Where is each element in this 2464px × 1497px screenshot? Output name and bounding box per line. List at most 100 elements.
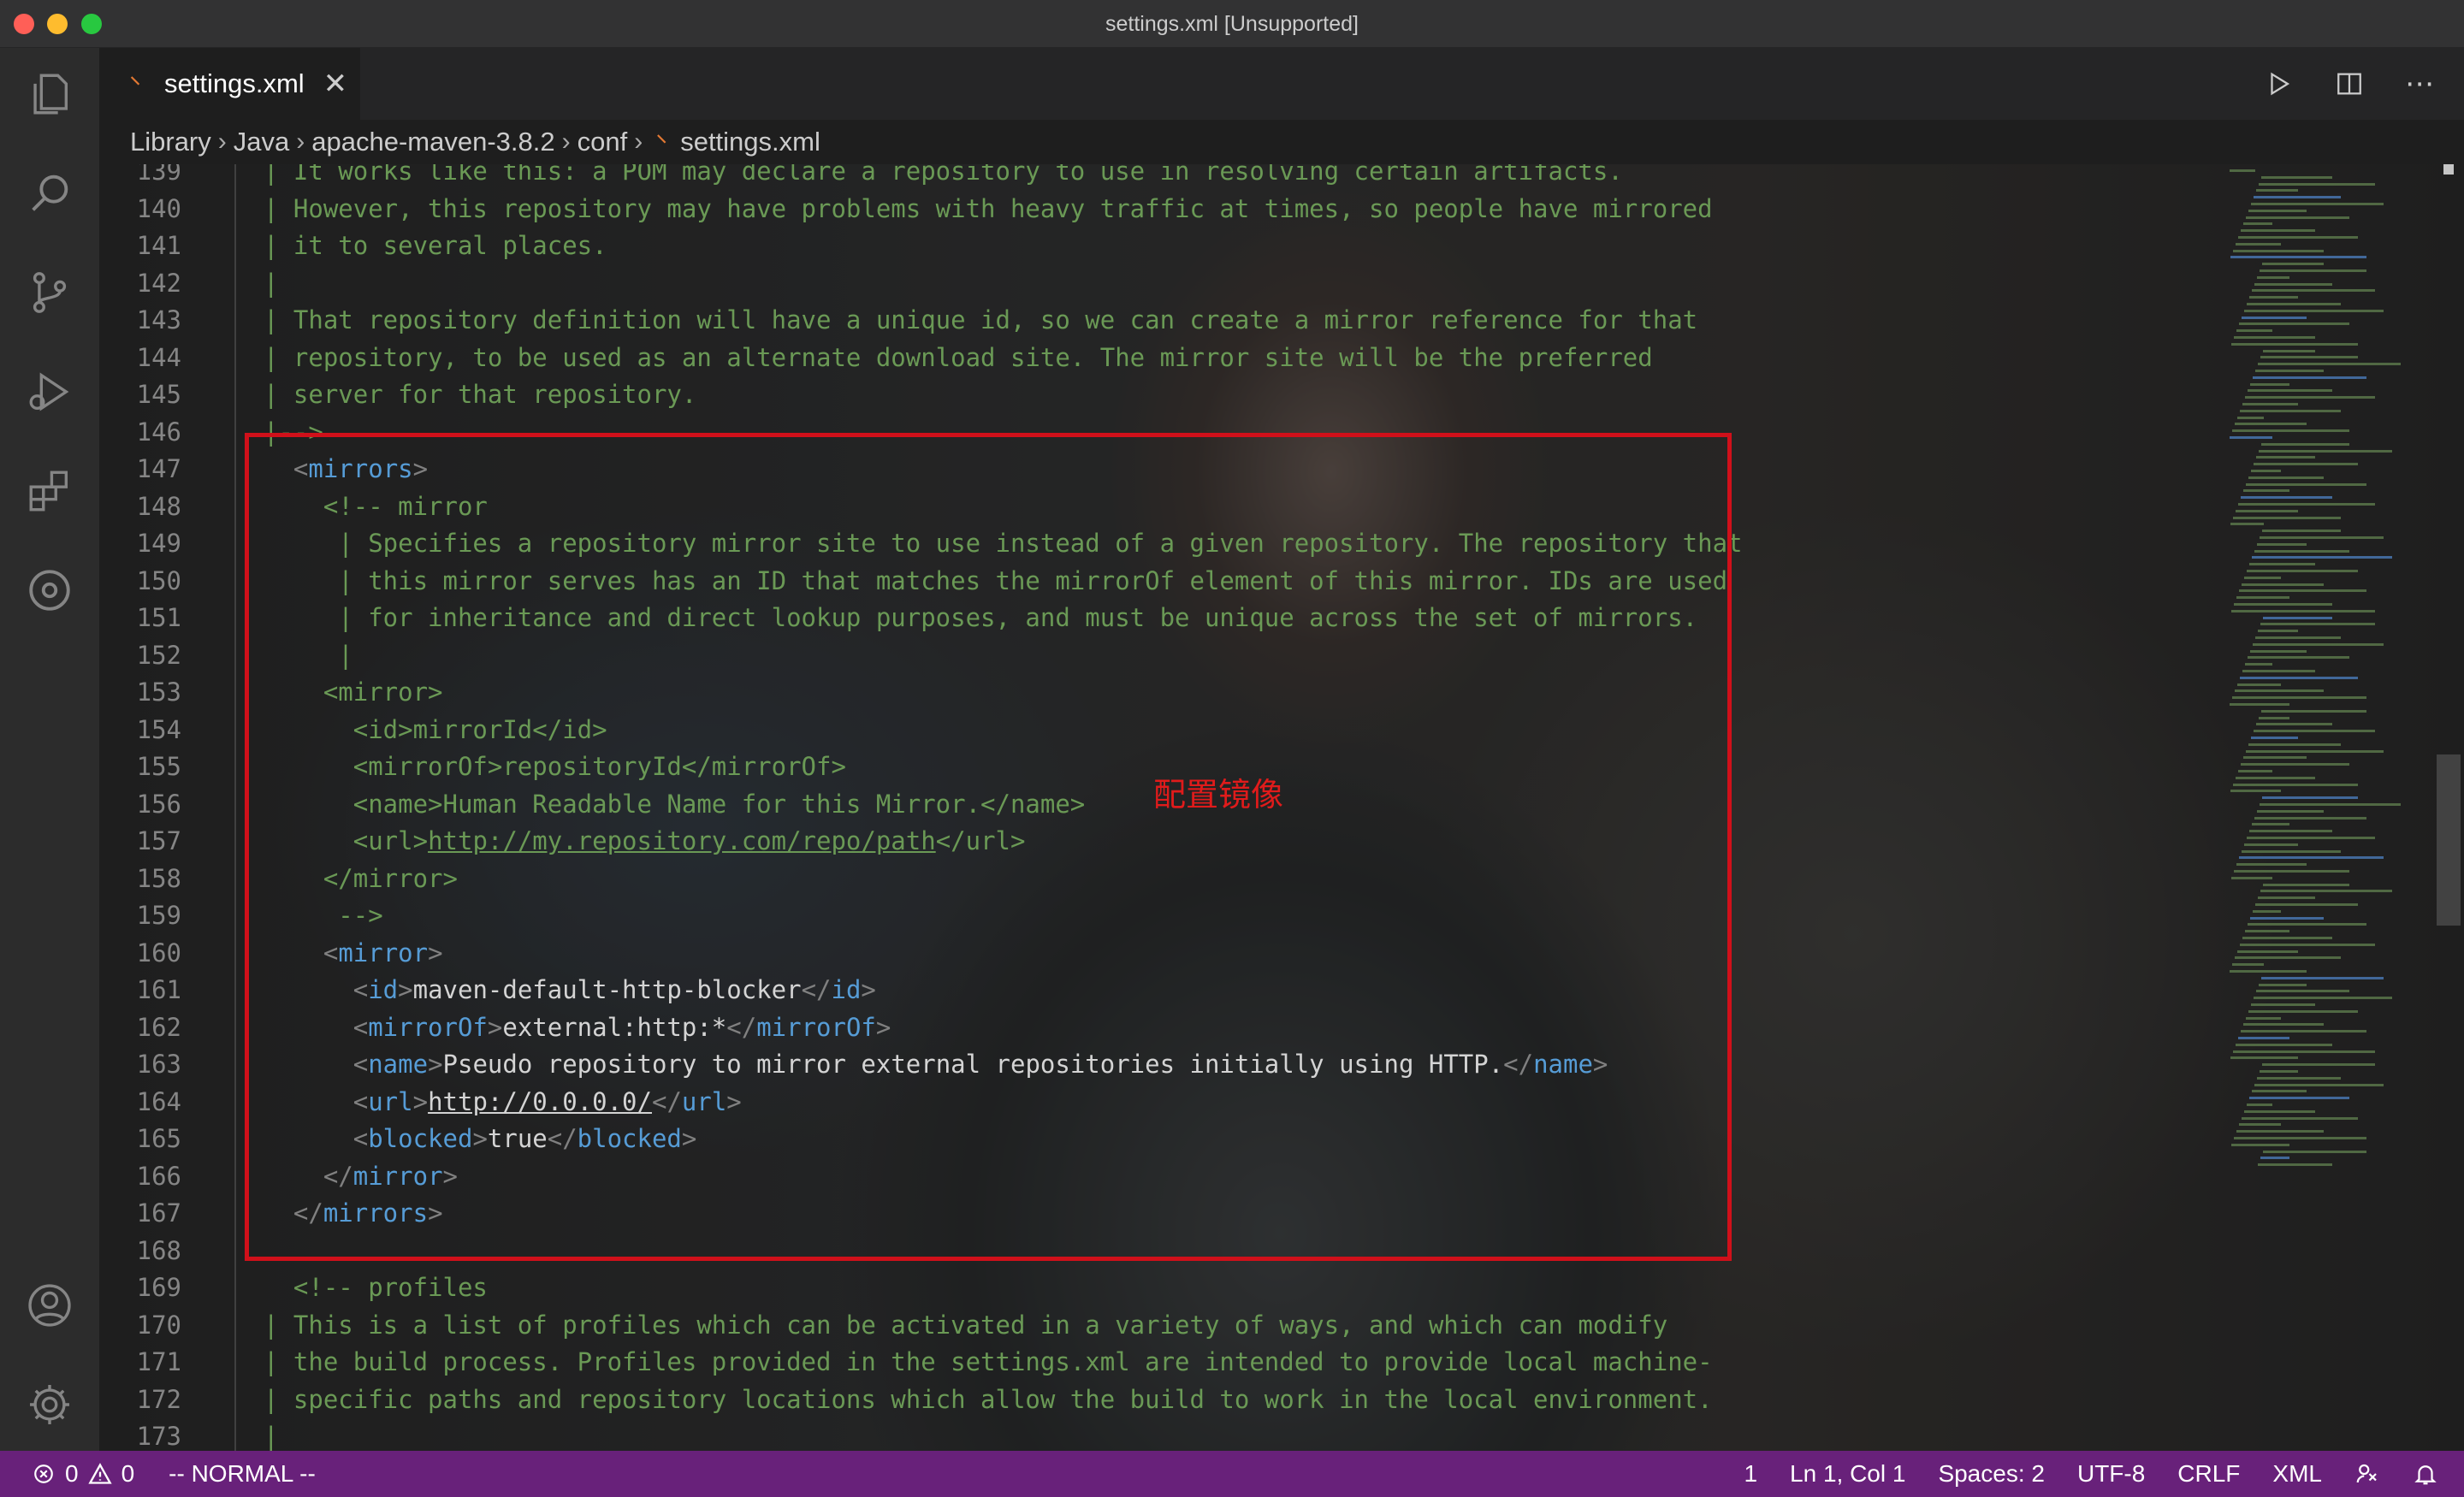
minimap-line [2253,376,2366,379]
breadcrumb-item[interactable]: apache-maven-3.8.2 [311,127,554,157]
minimap-line [2242,849,2341,853]
code-token: | the build process. Profiles provided i… [264,1347,1713,1376]
breadcrumb-item[interactable]: conf [578,127,628,157]
activity-bar [0,48,99,1451]
minimap-line [2247,303,2341,305]
minimap-line [2248,1009,2358,1013]
minimap-line [2256,189,2298,192]
minimap-line [2260,803,2401,806]
minimap-line [2252,823,2289,826]
minimap-line [2259,449,2392,453]
line-number: 144 [136,342,181,372]
code-line[interactable]: 170 | This is a list of profiles which ca… [99,1307,2238,1345]
code-line[interactable]: 169 <!-- profiles [99,1269,2238,1307]
more-actions-icon[interactable]: ⋯ [2401,65,2438,103]
cursor-position[interactable]: Ln 1, Col 1 [1790,1460,1905,1488]
status-left: 0 0 -- NORMAL -- [31,1451,316,1497]
account-icon[interactable] [24,1280,75,1331]
extensions-icon[interactable] [24,465,75,517]
breadcrumb: Library › Java › apache-maven-3.8.2 › co… [99,120,2464,164]
minimap-line [2249,830,2332,833]
minimap-line [2236,1043,2332,1046]
scrollbar-thumb[interactable] [2437,754,2461,926]
minimap-line [2254,730,2375,733]
code-line[interactable]: 139 | It works like this: a POM may decla… [99,164,2238,191]
warning-icon[interactable] [87,1461,113,1487]
minimap[interactable] [2230,164,2431,1451]
chevron-right-icon: › [296,127,305,156]
code-editor[interactable]: 139 | It works like this: a POM may decla… [99,164,2464,1451]
code-line[interactable]: 173 | [99,1418,2238,1451]
breadcrumb-file[interactable]: settings.xml [680,127,820,157]
breadcrumb-item[interactable]: Java [234,127,289,157]
notifications-bell-icon[interactable] [2413,1461,2438,1487]
minimap-line [2235,423,2307,426]
minimap-line [2242,1116,2358,1120]
code-line[interactable]: 144 | repository, to be used as an altern… [99,340,2238,377]
selection-count[interactable]: 1 [1744,1460,1757,1488]
minimap-line [2238,1037,2289,1039]
minimap-line [2247,570,2358,572]
minimap-line [2230,523,2264,526]
line-text: | [264,1418,278,1451]
source-control-icon[interactable] [24,267,75,318]
minimap-line [2240,943,2375,946]
minimap-line [2256,456,2315,459]
remote-icon[interactable] [24,565,75,616]
code-line[interactable]: 143 | That repository definition will hav… [99,302,2238,340]
minimap-line [2236,242,2281,246]
minimap-line [2232,963,2264,967]
settings-gear-icon[interactable] [24,1379,75,1430]
minimap-line [2259,716,2289,719]
minimap-line [2249,1097,2349,1100]
code-line[interactable]: 142 | [99,265,2238,303]
minimap-line [2255,370,2324,372]
close-icon[interactable]: ✕ [323,69,348,98]
minimap-line [2253,909,2281,913]
minimap-line [2231,1143,2289,1146]
tab-settings-xml[interactable]: ⸌ settings.xml ✕ [99,48,361,120]
end-of-line[interactable]: CRLF [2177,1460,2240,1488]
line-number: 158 [136,863,181,893]
search-icon[interactable] [24,168,75,219]
line-number: 145 [136,380,181,409]
explorer-icon[interactable] [24,68,75,120]
run-icon[interactable] [2260,65,2298,103]
minimap-line [2231,342,2358,346]
warning-count[interactable]: 0 [121,1460,135,1488]
minimap-line [2257,809,2324,813]
minimap-line [2260,1070,2298,1073]
error-count[interactable]: 0 [65,1460,79,1488]
language-mode[interactable]: XML [2272,1460,2322,1488]
minimap-line [2240,409,2341,412]
minimap-line [2250,382,2289,386]
code-line[interactable]: 171 | the build process. Profiles provide… [99,1344,2238,1382]
error-icon[interactable] [31,1461,56,1487]
line-number: 164 [136,1086,181,1116]
title-bar: settings.xml [Unsupported] [0,0,2464,48]
feedback-icon[interactable] [2354,1461,2380,1487]
minimap-line [2244,843,2298,846]
run-debug-icon[interactable] [24,366,75,417]
code-line[interactable]: 145 | server for that repository. [99,376,2238,414]
minimap-line [2249,563,2315,566]
code-line[interactable]: 140 | However, this repository may have p… [99,191,2238,228]
indentation[interactable]: Spaces: 2 [1938,1460,2045,1488]
line-number: 140 [136,193,181,223]
line-number: 141 [136,231,181,260]
breadcrumb-item[interactable]: Library [130,127,211,157]
split-editor-icon[interactable] [2331,65,2368,103]
line-text: | However, this repository may have prob… [264,191,1713,228]
minimap-line [2238,770,2272,772]
minimap-line [2237,683,2281,686]
minimap-line [2246,482,2366,486]
minimap-line [2263,616,2332,619]
encoding[interactable]: UTF-8 [2077,1460,2145,1488]
minimap-line [2244,309,2384,312]
line-text: | repository, to be used as an alternate… [264,340,1653,377]
code-line[interactable]: 141 | it to several places. [99,228,2238,265]
minimap-line [2234,603,2332,606]
minimap-line [2236,596,2289,600]
code-line[interactable]: 172 | specific paths and repository locat… [99,1382,2238,1419]
minimap-line [2263,349,2315,352]
